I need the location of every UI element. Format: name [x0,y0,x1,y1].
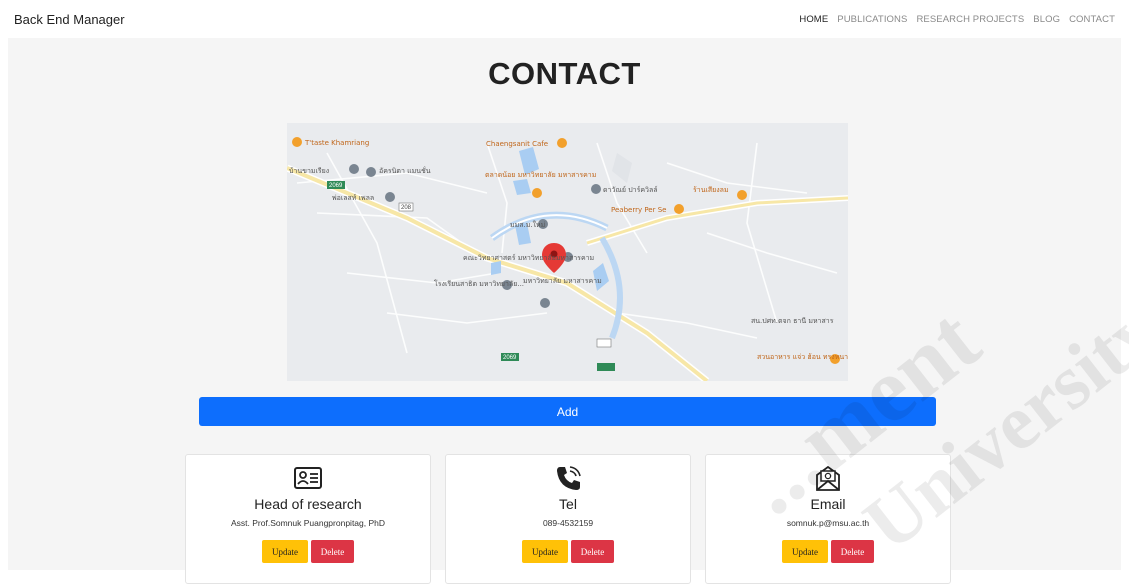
email-icon [706,463,950,493]
delete-button[interactable]: Delete [831,540,874,563]
map-label: พ่อเลสท์ เพลล [332,194,374,202]
add-button[interactable]: Add [199,397,936,426]
delete-button[interactable]: Delete [311,540,354,563]
nav-link-blog[interactable]: BLOG [1033,14,1060,25]
update-button[interactable]: Update [262,540,308,563]
map-label: ดาวัณย์ ปาร์ควิลล์ [603,186,658,194]
map-label: สวนอาหาร แจ่ว ฮ้อน ทรงหนาว [757,353,848,361]
delete-button[interactable]: Delete [571,540,614,563]
map-label: มมส.ม.ใหม่ [510,220,545,229]
map-embed[interactable]: 2069 208 2069 T'taste Khamriang Chaengsa… [287,123,848,381]
contact-card-email: Email somnuk.p@msu.ac.th Update Delete [705,454,951,584]
map-label: T'taste Khamriang [304,139,369,147]
map-canvas[interactable]: 2069 208 2069 T'taste Khamriang Chaengsa… [287,123,848,381]
card-value: 089-4532159 [542,518,594,528]
nav-link-contact[interactable]: CONTACT [1069,14,1115,25]
map-label: Chaengsanit Cafe [486,140,548,148]
card-title: Tel [559,496,577,512]
map-label: โรงเรียนสาธิต มหาวิทยาลัย... [434,279,524,288]
id-card-icon [186,463,430,493]
map-label: ตลาดน้อย มหาวิทยาลัย มหาสารคาม [485,171,596,179]
card-title: Email [810,496,846,512]
map-label: มหาวิทยาลัย มหาสารคาม [523,277,602,285]
road-shield: 2069 [329,183,343,189]
nav-links: HOME PUBLICATIONS RESEARCH PROJECTS BLOG… [799,14,1115,25]
main-content: CONTACT 2069 208 2069 T'taste Khamriang … [8,38,1121,584]
nav-link-home[interactable]: HOME [799,14,828,25]
map-label: Peaberry Per Se [611,206,666,214]
road-shield: 2069 [503,355,517,361]
update-button[interactable]: Update [522,540,568,563]
map-label: สน.ปศท.ตจก ธานี มหาสาร [751,317,834,325]
card-value: somnuk.p@msu.ac.th [786,518,870,528]
nav-link-publications[interactable]: PUBLICATIONS [837,14,907,25]
brand-title[interactable]: Back End Manager [14,12,125,27]
update-button[interactable]: Update [782,540,828,563]
map-label: อัครนิตา แมนชั่น [379,166,431,175]
contact-card-head: Head of research Asst. Prof.Somnuk Puang… [185,454,431,584]
page-title: CONTACT [488,56,641,91]
phone-icon [446,463,690,493]
map-label: คณะวิทยาศาสตร์ มหาวิทยาลัยมหาสารคาม [463,254,594,262]
road-shield: 208 [401,205,412,211]
nav-link-research-projects[interactable]: RESEARCH PROJECTS [916,14,1024,25]
card-value: Asst. Prof.Somnuk Puangpronpitag, PhD [230,518,386,528]
map-label: ร้านเสียงลม [693,186,729,194]
map-label: บ้านขามเรียง [289,167,329,175]
navbar: Back End Manager HOME PUBLICATIONS RESEA… [0,0,1129,38]
card-title: Head of research [254,496,362,512]
contact-card-tel: Tel 089-4532159 Update Delete [445,454,691,584]
